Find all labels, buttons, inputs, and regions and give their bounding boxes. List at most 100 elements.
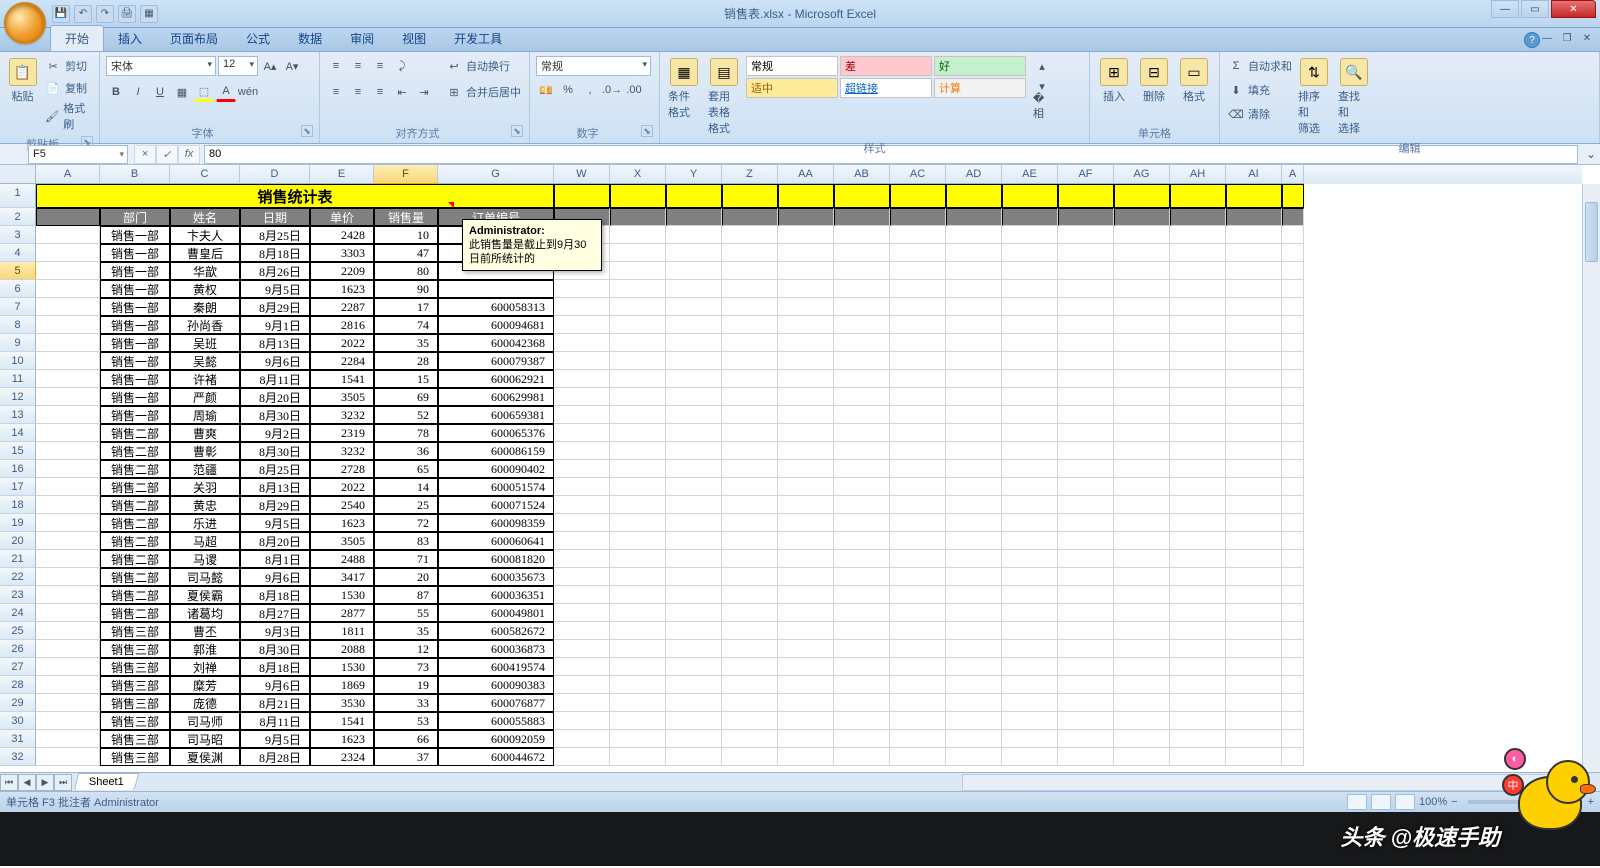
column-header[interactable]: A <box>36 165 100 184</box>
fill-icon[interactable]: ⬇ <box>1226 80 1246 100</box>
data-cell[interactable]: 销售三部 <box>100 712 170 730</box>
row-header[interactable]: 1 <box>0 184 36 208</box>
data-cell[interactable]: 3232 <box>310 442 374 460</box>
data-cell[interactable]: 1541 <box>310 712 374 730</box>
column-header[interactable]: Y <box>666 165 722 184</box>
data-cell[interactable]: 黄权 <box>170 280 240 298</box>
comma-format-icon[interactable]: , <box>580 80 600 100</box>
font-color-button[interactable]: A <box>216 82 236 102</box>
office-button[interactable] <box>4 2 46 44</box>
data-cell[interactable]: 8月30日 <box>240 442 310 460</box>
gallery-up-icon[interactable]: ▴ <box>1032 56 1052 76</box>
data-cell[interactable]: 17 <box>374 298 438 316</box>
style-cell[interactable]: 超链接 <box>840 78 932 98</box>
data-cell[interactable]: 销售二部 <box>100 586 170 604</box>
qat-button[interactable]: 💾 <box>52 5 70 23</box>
data-cell[interactable]: 销售三部 <box>100 694 170 712</box>
style-cell[interactable]: 计算 <box>934 78 1026 98</box>
data-cell[interactable]: 9月6日 <box>240 352 310 370</box>
data-cell[interactable]: 3530 <box>310 694 374 712</box>
data-cell[interactable]: 1869 <box>310 676 374 694</box>
style-cell[interactable]: 常规 <box>746 56 838 76</box>
format-painter-icon[interactable]: 🖌 <box>43 106 61 126</box>
data-cell[interactable]: 销售三部 <box>100 640 170 658</box>
data-cell[interactable]: 78 <box>374 424 438 442</box>
data-cell[interactable]: 糜芳 <box>170 676 240 694</box>
align-right-icon[interactable]: ≡ <box>370 82 390 102</box>
data-cell[interactable]: 曹彰 <box>170 442 240 460</box>
data-cell[interactable]: 华歆 <box>170 262 240 280</box>
data-cell[interactable]: 600086159 <box>438 442 554 460</box>
data-cell[interactable]: 600098359 <box>438 514 554 532</box>
row-header[interactable]: 17 <box>0 478 36 496</box>
horizontal-scrollbar[interactable] <box>962 774 1582 791</box>
delete-cells-button[interactable]: ⊟删除 <box>1136 56 1172 106</box>
data-cell[interactable]: 销售一部 <box>100 244 170 262</box>
row-header[interactable]: 6 <box>0 280 36 298</box>
column-header[interactable]: C <box>170 165 240 184</box>
data-cell[interactable]: 8月25日 <box>240 460 310 478</box>
align-bottom-icon[interactable]: ≡ <box>370 56 390 76</box>
vertical-scrollbar[interactable] <box>1582 184 1600 772</box>
data-cell[interactable]: 1623 <box>310 730 374 748</box>
gallery-more-icon[interactable]: �相 <box>1032 96 1052 116</box>
data-cell[interactable]: 9月6日 <box>240 568 310 586</box>
column-header[interactable]: AH <box>1170 165 1226 184</box>
font-dialog-icon[interactable]: ⬊ <box>301 125 313 137</box>
font-name-combo[interactable]: 宋体 <box>106 56 216 76</box>
number-format-combo[interactable]: 常规 <box>536 56 651 76</box>
data-cell[interactable]: 600419574 <box>438 658 554 676</box>
data-cell[interactable]: 销售二部 <box>100 568 170 586</box>
data-cell[interactable]: 2284 <box>310 352 374 370</box>
row-header[interactable]: 20 <box>0 532 36 550</box>
data-cell[interactable]: 600051574 <box>438 478 554 496</box>
data-cell[interactable]: 53 <box>374 712 438 730</box>
data-cell[interactable]: 销售一部 <box>100 352 170 370</box>
minimize-button[interactable]: — <box>1491 0 1519 18</box>
data-cell[interactable]: 8月25日 <box>240 226 310 244</box>
table-header[interactable]: 姓名 <box>170 208 240 226</box>
orientation-icon[interactable]: ⤸ <box>392 56 412 76</box>
data-cell[interactable] <box>438 280 554 298</box>
table-header[interactable]: 日期 <box>240 208 310 226</box>
data-cell[interactable]: 2324 <box>310 748 374 766</box>
data-cell[interactable]: 600076877 <box>438 694 554 712</box>
data-cell[interactable]: 600079387 <box>438 352 554 370</box>
data-cell[interactable]: 8月28日 <box>240 748 310 766</box>
data-cell[interactable]: 73 <box>374 658 438 676</box>
row-header[interactable]: 5 <box>0 262 36 280</box>
data-cell[interactable]: 许褚 <box>170 370 240 388</box>
ribbon-tab[interactable]: 数据 <box>284 26 336 51</box>
sheet-tab[interactable]: Sheet1 <box>74 773 139 790</box>
data-cell[interactable]: 销售三部 <box>100 748 170 766</box>
row-header[interactable]: 2 <box>0 208 36 226</box>
data-cell[interactable]: 马超 <box>170 532 240 550</box>
data-cell[interactable]: 90 <box>374 280 438 298</box>
data-cell[interactable]: 8月18日 <box>240 244 310 262</box>
row-header[interactable]: 8 <box>0 316 36 334</box>
column-header[interactable]: AG <box>1114 165 1170 184</box>
row-header[interactable]: 16 <box>0 460 36 478</box>
qat-button[interactable]: ↶ <box>74 5 92 23</box>
data-cell[interactable]: 销售二部 <box>100 514 170 532</box>
conditional-format-button[interactable]: ▦条件格式 <box>666 56 702 122</box>
format-as-table-button[interactable]: ▤套用 表格格式 <box>706 56 742 138</box>
decrease-decimal-icon[interactable]: .00 <box>624 80 644 100</box>
column-header[interactable]: AF <box>1058 165 1114 184</box>
phonetic-button[interactable]: wén <box>238 82 258 102</box>
row-header[interactable]: 31 <box>0 730 36 748</box>
data-cell[interactable]: 3303 <box>310 244 374 262</box>
data-cell[interactable]: 关羽 <box>170 478 240 496</box>
row-headers[interactable]: 1234567891011121314151617181920212223242… <box>0 184 36 772</box>
data-cell[interactable]: 8月18日 <box>240 586 310 604</box>
row-header[interactable]: 22 <box>0 568 36 586</box>
data-cell[interactable]: 2088 <box>310 640 374 658</box>
ribbon-tab[interactable]: 开发工具 <box>440 26 516 51</box>
table-header[interactable]: 部门 <box>100 208 170 226</box>
qat-button[interactable]: 🖨 <box>118 5 136 23</box>
decrease-font-icon[interactable]: A▾ <box>282 56 302 76</box>
first-sheet-icon[interactable]: ⏮ <box>0 774 18 791</box>
style-cell[interactable]: 差 <box>840 56 932 76</box>
style-cell[interactable]: 适中 <box>746 78 838 98</box>
wrap-text-icon[interactable]: ↩ <box>444 56 464 76</box>
